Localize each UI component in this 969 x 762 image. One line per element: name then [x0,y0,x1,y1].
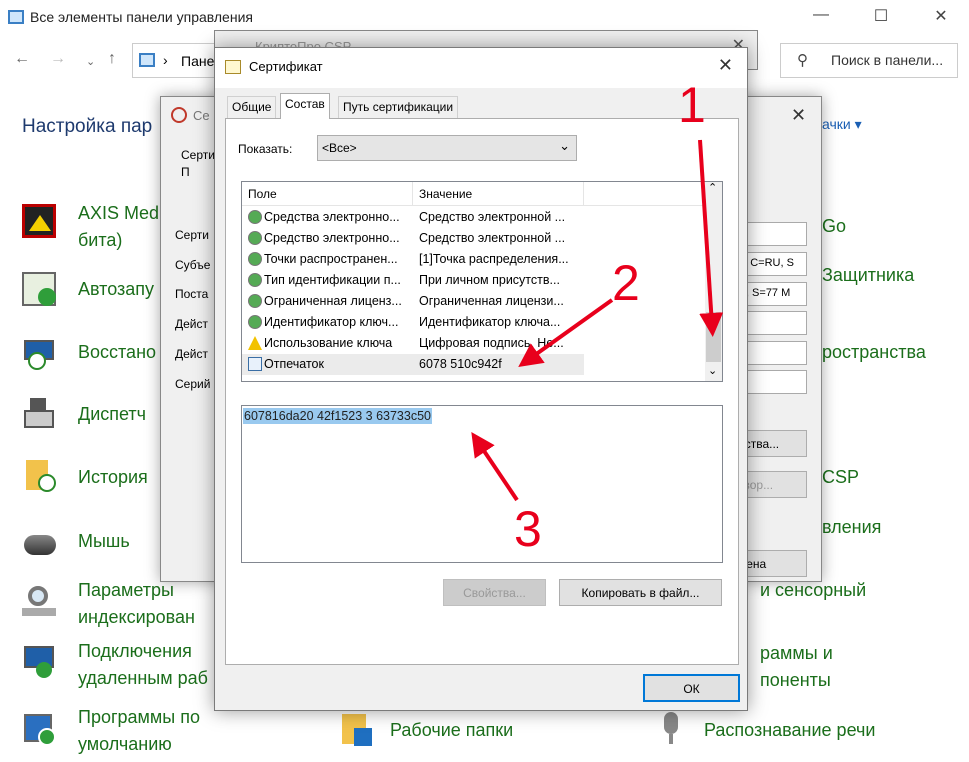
arrow-3 [471,432,519,502]
annotation-2: 2 [612,255,640,311]
tab-details[interactable]: Состав [280,93,330,119]
annotation-arrows [471,139,724,502]
annotation-1: 1 [678,77,706,133]
arrow-1 [698,139,724,337]
arrow-2 [518,298,614,367]
annotation-3: 3 [514,501,542,557]
